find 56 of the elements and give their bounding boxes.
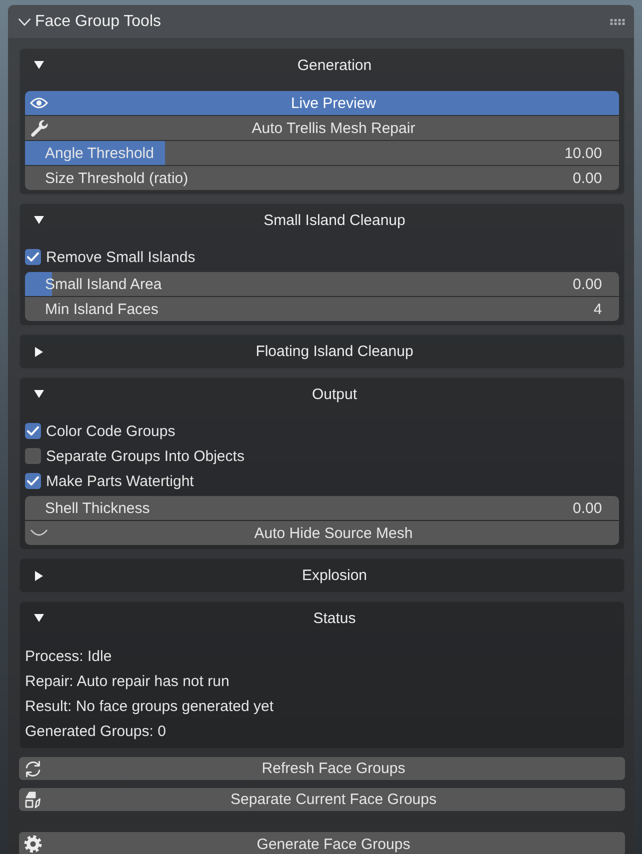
checkbox[interactable] <box>25 423 41 439</box>
checkbox-label[interactable]: Color Code Groups <box>46 422 176 440</box>
section-title[interactable]: Floating Island Cleanup <box>256 343 414 360</box>
field-label: Shell Thickness <box>45 500 150 516</box>
action-button[interactable]: Refresh Face Groups <box>19 757 625 780</box>
checkbox-label[interactable]: Separate Groups Into Objects <box>46 448 244 464</box>
eye-icon <box>30 97 48 109</box>
field-label: Size Threshold (ratio) <box>45 170 188 186</box>
checkbox[interactable] <box>25 249 41 265</box>
checkbox[interactable] <box>25 448 41 464</box>
refresh-icon <box>24 760 42 778</box>
section-title[interactable]: Generation <box>297 56 372 74</box>
checkbox-label[interactable]: Remove Small Islands <box>46 248 196 266</box>
triangle-right-icon[interactable] <box>34 570 44 580</box>
section-title[interactable]: Small Island Cleanup <box>264 212 406 228</box>
checkbox[interactable] <box>25 473 41 489</box>
section-title[interactable]: Status <box>313 610 356 626</box>
wrench-icon <box>30 119 48 137</box>
slider-field[interactable]: Angle Threshold 10.00 <box>25 141 619 165</box>
status-text: Result: No face groups generated yet <box>25 698 274 715</box>
field-label: Min Island Faces <box>45 300 158 318</box>
shapes-icon <box>24 790 42 808</box>
number-field[interactable]: Min Island Faces 4 <box>25 297 619 321</box>
checkbox-label[interactable]: Make Parts Watertight <box>46 472 194 490</box>
status-text: Generated Groups: 0 <box>25 723 166 740</box>
number-field[interactable]: Size Threshold (ratio) 0.00 <box>25 166 619 190</box>
checkmark-icon <box>27 476 39 486</box>
triangle-down-icon[interactable] <box>34 215 44 225</box>
field-label: Angle Threshold <box>45 144 154 162</box>
status-text: Process: Idle <box>25 648 112 665</box>
closed-eye-icon <box>30 529 48 537</box>
status-text: Repair: Auto repair has not run <box>25 673 230 690</box>
generate-button[interactable]: Generate Face Groups <box>19 832 625 854</box>
triangle-down-icon[interactable] <box>34 613 44 623</box>
section-title[interactable]: Output <box>312 386 358 402</box>
drag-handle-icon[interactable] <box>610 18 625 24</box>
triangle-down-icon[interactable] <box>34 60 44 70</box>
checkmark-icon <box>27 252 39 262</box>
section-title[interactable]: Explosion <box>302 567 368 584</box>
toggle-button[interactable]: Auto Trellis Mesh Repair <box>25 116 619 140</box>
gear-icon <box>24 835 42 853</box>
checkmark-icon <box>27 426 39 436</box>
number-field[interactable]: Shell Thickness 0.00 <box>25 496 619 520</box>
triangle-right-icon[interactable] <box>34 346 44 356</box>
chevron-down-icon[interactable] <box>18 18 31 26</box>
field-value: 10.00 <box>564 144 602 162</box>
panel-header[interactable]: Face Group Tools <box>8 5 634 38</box>
toggle-button[interactable]: Auto Hide Source Mesh <box>25 521 619 545</box>
field-value: 0.00 <box>572 276 602 292</box>
toggle-button[interactable]: Live Preview <box>25 91 619 115</box>
panel-title: Face Group Tools <box>35 12 161 30</box>
triangle-down-icon[interactable] <box>34 389 44 399</box>
action-button[interactable]: Separate Current Face Groups <box>19 788 625 811</box>
field-value: 4 <box>594 300 602 318</box>
field-value: 0.00 <box>572 170 602 186</box>
field-value: 0.00 <box>572 500 602 516</box>
